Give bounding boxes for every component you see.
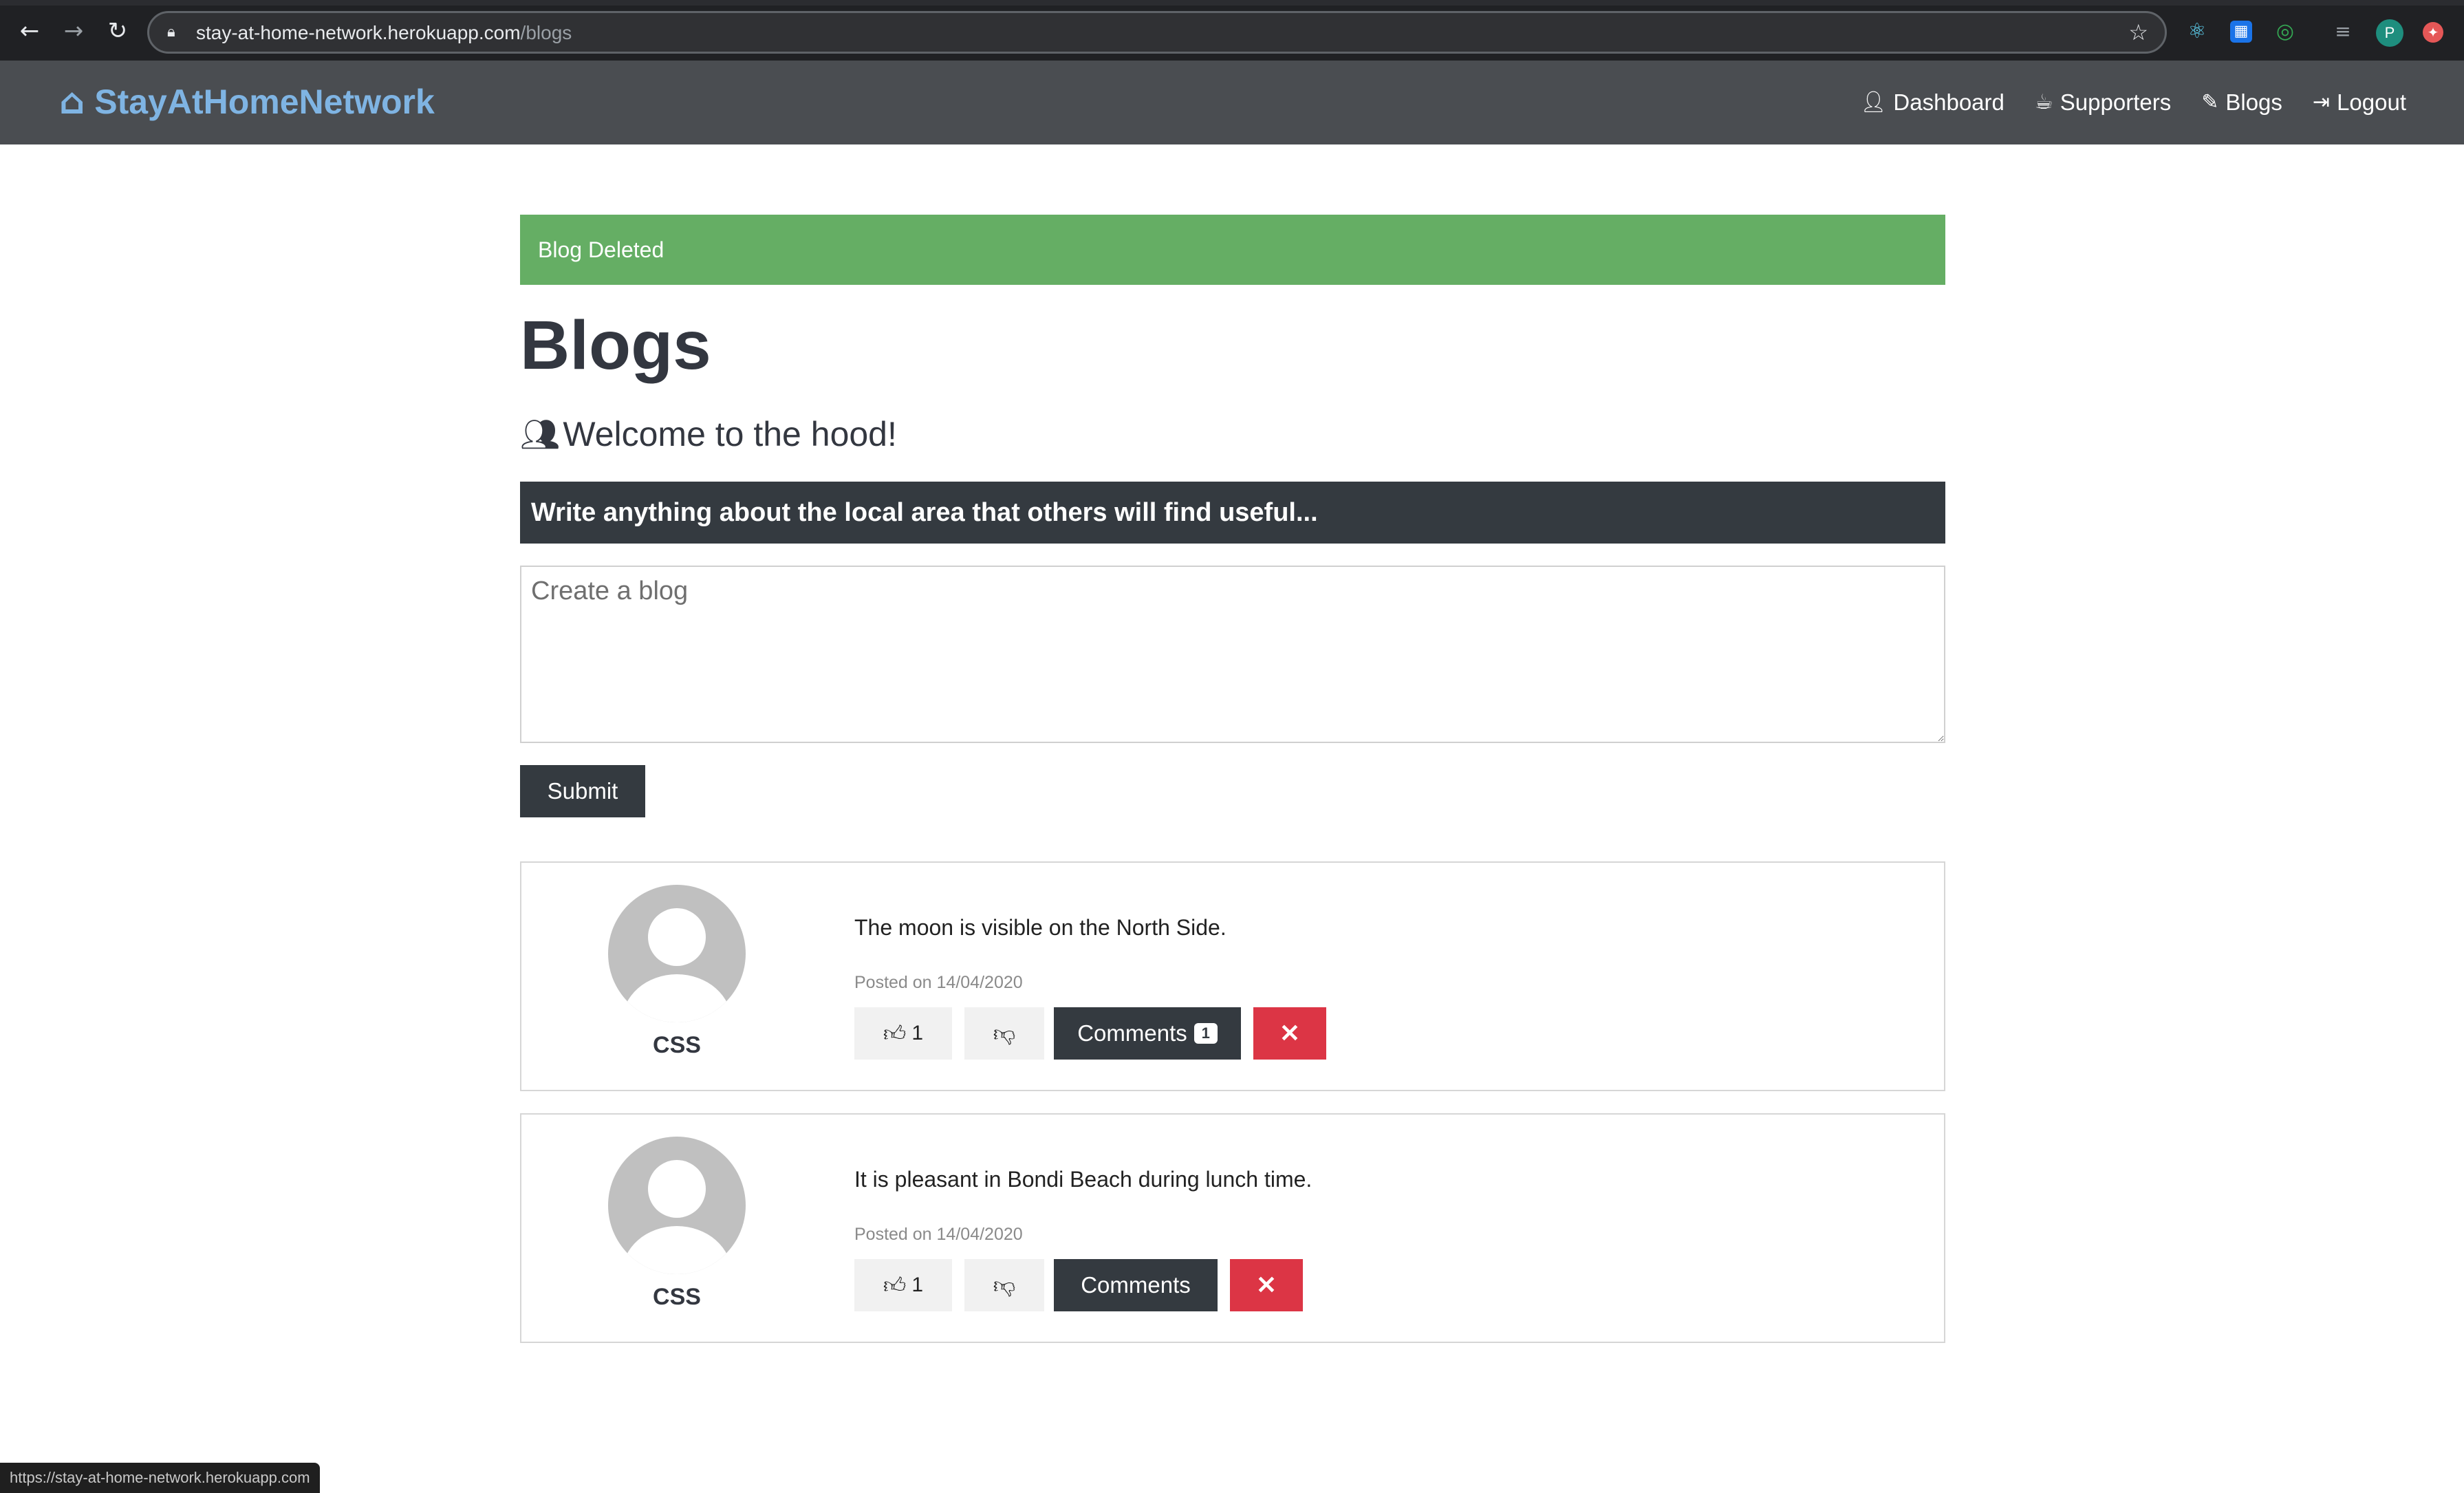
logout-icon: ⇥: [2312, 90, 2331, 114]
nav-supporters-label: Supporters: [2060, 89, 2172, 115]
bookmark-star-icon[interactable]: ☆: [2128, 21, 2148, 44]
coffee-icon: ☕︎: [2034, 90, 2053, 114]
link-status-bar: https://stay-at-home-network.herokuapp.c…: [0, 1463, 320, 1493]
dislike-button[interactable]: 👎︎: [964, 1007, 1044, 1060]
extension-red-icon[interactable]: ✦: [2423, 22, 2443, 43]
home-icon: ⌂: [59, 81, 85, 122]
users-icon: 👥︎: [520, 416, 561, 453]
reading-list-icon[interactable]: ≡: [2332, 21, 2354, 43]
post-text: It is pleasant in Bondi Beach during lun…: [854, 1167, 1312, 1192]
comments-button[interactable]: Comments: [1054, 1259, 1218, 1311]
comments-label: Comments: [1077, 1020, 1187, 1046]
back-arrow-icon[interactable]: ←: [17, 18, 43, 44]
address-bar[interactable]: 🔒︎ stay-at-home-network.herokuapp.com/bl…: [147, 11, 2167, 54]
success-alert: Blog Deleted: [520, 215, 1945, 285]
thumbs-down-icon: 👎︎: [993, 1020, 1016, 1046]
nav-dashboard-label: Dashboard: [1893, 89, 2004, 115]
page-title: Blogs: [520, 307, 711, 384]
like-count: 1: [911, 1022, 924, 1044]
blog-post: CSS It is pleasant in Bondi Beach during…: [520, 1113, 1945, 1343]
nav-supporters-link[interactable]: ☕︎ Supporters: [2035, 85, 2171, 120]
extension-icon[interactable]: ▦: [2230, 21, 2252, 43]
browser-toolbar: ← → ↻ 🔒︎ stay-at-home-network.herokuapp.…: [0, 0, 2464, 61]
post-username[interactable]: CSS: [608, 1032, 746, 1059]
nav-logout-label: Logout: [2337, 89, 2406, 115]
like-count: 1: [911, 1274, 924, 1296]
brand-link[interactable]: ⌂ StayAtHomeNetwork: [59, 81, 435, 122]
post-username[interactable]: CSS: [608, 1284, 746, 1311]
delete-button[interactable]: ✕: [1253, 1007, 1326, 1060]
submit-button[interactable]: Submit: [520, 765, 645, 817]
comments-count-badge: 1: [1193, 1023, 1218, 1044]
react-devtools-extension-icon[interactable]: ⚛: [2186, 21, 2208, 43]
avatar[interactable]: [608, 1137, 746, 1274]
nav-blogs-label: Blogs: [2225, 89, 2282, 115]
post-date: Posted on 14/04/2020: [854, 1225, 1023, 1244]
instructions-banner: Write anything about the local area that…: [520, 482, 1945, 544]
nav-links: 👤︎ Dashboard ☕︎ Supporters ✎ Blogs ⇥ Log…: [1830, 85, 2406, 120]
welcome-text: Welcome to the hood!: [563, 415, 897, 453]
forward-arrow-icon[interactable]: →: [61, 18, 87, 44]
lock-icon[interactable]: 🔒︎: [167, 24, 184, 41]
tab-strip: [0, 0, 2464, 6]
blog-post: CSS The moon is visible on the North Sid…: [520, 861, 1945, 1091]
blog-icon: ✎: [2201, 90, 2219, 114]
post-date: Posted on 14/04/2020: [854, 973, 1023, 992]
like-button[interactable]: 👍︎ 1: [854, 1259, 952, 1311]
url-text[interactable]: stay-at-home-network.herokuapp.com/blogs: [196, 21, 572, 45]
close-icon: ✕: [1255, 1271, 1277, 1299]
create-blog-textarea[interactable]: [520, 566, 1945, 743]
thumbs-up-icon: 👍︎: [883, 1271, 907, 1298]
welcome-lead: 👥︎ Welcome to the hood!: [520, 410, 897, 458]
url-path: /blogs: [520, 22, 572, 43]
extension-circle-icon[interactable]: ◎: [2274, 21, 2296, 43]
comments-button[interactable]: Comments 1: [1054, 1007, 1241, 1060]
nav-blogs-link[interactable]: ✎ Blogs: [2201, 85, 2282, 120]
like-button[interactable]: 👍︎ 1: [854, 1007, 952, 1060]
reload-icon[interactable]: ↻: [105, 18, 131, 44]
thumbs-up-icon: 👍︎: [883, 1020, 907, 1046]
post-text: The moon is visible on the North Side.: [854, 915, 1226, 940]
profile-avatar[interactable]: P: [2376, 19, 2403, 47]
thumbs-down-icon: 👎︎: [993, 1271, 1016, 1298]
app-navbar: ⌂ StayAtHomeNetwork 👤︎ Dashboard ☕︎ Supp…: [0, 61, 2464, 144]
delete-button[interactable]: ✕: [1230, 1259, 1303, 1311]
user-icon: 👤︎: [1860, 90, 1887, 114]
dislike-button[interactable]: 👎︎: [964, 1259, 1044, 1311]
nav-dashboard-link[interactable]: 👤︎ Dashboard: [1860, 85, 2004, 120]
comments-label: Comments: [1081, 1272, 1191, 1298]
brand-name: StayAtHomeNetwork: [94, 83, 435, 121]
nav-logout-link[interactable]: ⇥ Logout: [2313, 85, 2406, 120]
url-domain: stay-at-home-network.herokuapp.com: [196, 22, 521, 43]
close-icon: ✕: [1279, 1019, 1301, 1047]
avatar[interactable]: [608, 885, 746, 1022]
